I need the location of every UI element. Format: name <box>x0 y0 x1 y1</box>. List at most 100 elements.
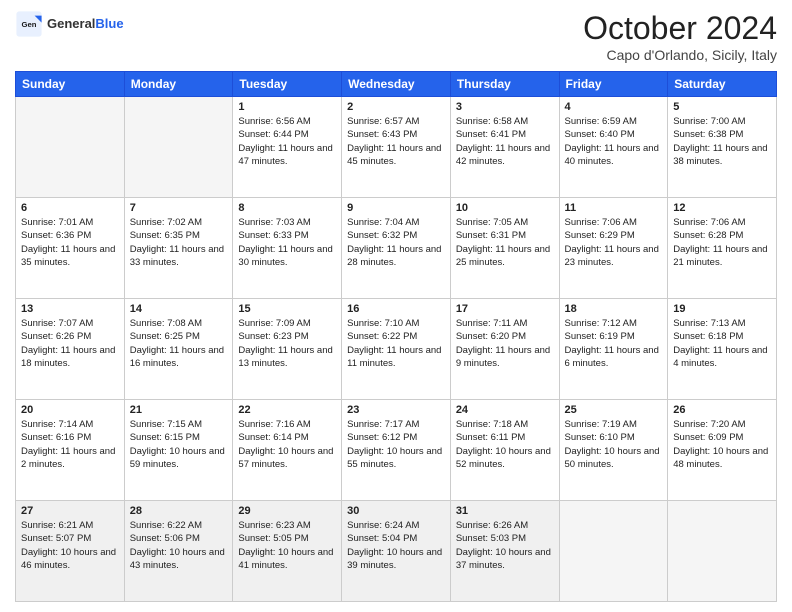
calendar-header-row: Sunday Monday Tuesday Wednesday Thursday… <box>16 72 777 97</box>
table-row <box>668 501 777 602</box>
table-row: 31 Sunrise: 6:26 AM Sunset: 5:03 PM Dayli… <box>450 501 559 602</box>
table-row: 22 Sunrise: 7:16 AM Sunset: 6:14 PM Dayli… <box>233 400 342 501</box>
table-row <box>559 501 668 602</box>
day-info: Sunrise: 7:17 AM Sunset: 6:12 PM Dayligh… <box>347 418 445 471</box>
logo: Gen GeneralBlue <box>15 10 124 38</box>
day-number: 12 <box>673 202 771 214</box>
day-number: 21 <box>130 404 228 416</box>
day-number: 22 <box>238 404 336 416</box>
day-info: Sunrise: 7:18 AM Sunset: 6:11 PM Dayligh… <box>456 418 554 471</box>
day-info: Sunrise: 7:14 AM Sunset: 6:16 PM Dayligh… <box>21 418 119 471</box>
day-info: Sunrise: 7:02 AM Sunset: 6:35 PM Dayligh… <box>130 216 228 269</box>
col-sunday: Sunday <box>16 72 125 97</box>
logo-blue: Blue <box>95 16 123 31</box>
col-wednesday: Wednesday <box>342 72 451 97</box>
day-info: Sunrise: 7:11 AM Sunset: 6:20 PM Dayligh… <box>456 317 554 370</box>
day-number: 7 <box>130 202 228 214</box>
day-number: 25 <box>565 404 663 416</box>
logo-general: General <box>47 16 95 31</box>
table-row: 24 Sunrise: 7:18 AM Sunset: 6:11 PM Dayli… <box>450 400 559 501</box>
table-row <box>124 97 233 198</box>
table-row: 19Sunrise: 7:13 AM Sunset: 6:18 PM Dayli… <box>668 299 777 400</box>
day-info: Sunrise: 6:59 AM Sunset: 6:40 PM Dayligh… <box>565 115 663 168</box>
table-row: 30 Sunrise: 6:24 AM Sunset: 5:04 PM Dayli… <box>342 501 451 602</box>
page-header: Gen GeneralBlue October 2024 Capo d'Orla… <box>15 10 777 63</box>
day-info: Sunrise: 7:06 AM Sunset: 6:28 PM Dayligh… <box>673 216 771 269</box>
calendar-table: Sunday Monday Tuesday Wednesday Thursday… <box>15 71 777 602</box>
table-row: 1 Sunrise: 6:56 AM Sunset: 6:44 PM Daylig… <box>233 97 342 198</box>
title-block: October 2024 Capo d'Orlando, Sicily, Ita… <box>583 10 777 63</box>
day-number: 1 <box>238 101 336 113</box>
day-info: Sunrise: 7:10 AM Sunset: 6:22 PM Dayligh… <box>347 317 445 370</box>
table-row: 16 Sunrise: 7:10 AM Sunset: 6:22 PM Dayli… <box>342 299 451 400</box>
day-number: 29 <box>238 505 336 517</box>
day-info: Sunrise: 6:57 AM Sunset: 6:43 PM Dayligh… <box>347 115 445 168</box>
table-row: 17 Sunrise: 7:11 AM Sunset: 6:20 PM Dayli… <box>450 299 559 400</box>
table-row: 21Sunrise: 7:15 AM Sunset: 6:15 PM Dayli… <box>124 400 233 501</box>
day-info: Sunrise: 6:21 AM Sunset: 5:07 PM Dayligh… <box>21 519 119 572</box>
location: Capo d'Orlando, Sicily, Italy <box>583 47 777 63</box>
table-row: 20 Sunrise: 7:14 AM Sunset: 6:16 PM Dayli… <box>16 400 125 501</box>
day-info: Sunrise: 7:12 AM Sunset: 6:19 PM Dayligh… <box>565 317 663 370</box>
table-row: 11Sunrise: 7:06 AM Sunset: 6:29 PM Dayli… <box>559 198 668 299</box>
day-info: Sunrise: 6:56 AM Sunset: 6:44 PM Dayligh… <box>238 115 336 168</box>
table-row: 13 Sunrise: 7:07 AM Sunset: 6:26 PM Dayli… <box>16 299 125 400</box>
calendar-week-row: 1 Sunrise: 6:56 AM Sunset: 6:44 PM Daylig… <box>16 97 777 198</box>
table-row: 5 Sunrise: 7:00 AM Sunset: 6:38 PM Daylig… <box>668 97 777 198</box>
day-number: 17 <box>456 303 554 315</box>
day-number: 3 <box>456 101 554 113</box>
day-number: 15 <box>238 303 336 315</box>
table-row: 25 Sunrise: 7:19 AM Sunset: 6:10 PM Dayli… <box>559 400 668 501</box>
day-info: Sunrise: 7:04 AM Sunset: 6:32 PM Dayligh… <box>347 216 445 269</box>
day-number: 20 <box>21 404 119 416</box>
table-row: 7 Sunrise: 7:02 AM Sunset: 6:35 PM Daylig… <box>124 198 233 299</box>
day-info: Sunrise: 7:06 AM Sunset: 6:29 PM Dayligh… <box>565 216 663 269</box>
day-info: Sunrise: 7:19 AM Sunset: 6:10 PM Dayligh… <box>565 418 663 471</box>
day-info: Sunrise: 7:09 AM Sunset: 6:23 PM Dayligh… <box>238 317 336 370</box>
svg-text:Gen: Gen <box>22 20 37 29</box>
table-row: 10Sunrise: 7:05 AM Sunset: 6:31 PM Dayli… <box>450 198 559 299</box>
table-row: 3Sunrise: 6:58 AM Sunset: 6:41 PM Daylig… <box>450 97 559 198</box>
day-number: 23 <box>347 404 445 416</box>
month-title: October 2024 <box>583 10 777 47</box>
table-row: 28 Sunrise: 6:22 AM Sunset: 5:06 PM Dayli… <box>124 501 233 602</box>
calendar-week-row: 13 Sunrise: 7:07 AM Sunset: 6:26 PM Dayli… <box>16 299 777 400</box>
day-number: 9 <box>347 202 445 214</box>
day-info: Sunrise: 7:16 AM Sunset: 6:14 PM Dayligh… <box>238 418 336 471</box>
day-info: Sunrise: 7:05 AM Sunset: 6:31 PM Dayligh… <box>456 216 554 269</box>
day-info: Sunrise: 7:03 AM Sunset: 6:33 PM Dayligh… <box>238 216 336 269</box>
table-row: 2Sunrise: 6:57 AM Sunset: 6:43 PM Daylig… <box>342 97 451 198</box>
day-info: Sunrise: 7:00 AM Sunset: 6:38 PM Dayligh… <box>673 115 771 168</box>
day-info: Sunrise: 6:24 AM Sunset: 5:04 PM Dayligh… <box>347 519 445 572</box>
day-number: 28 <box>130 505 228 517</box>
day-number: 13 <box>21 303 119 315</box>
table-row: 4 Sunrise: 6:59 AM Sunset: 6:40 PM Daylig… <box>559 97 668 198</box>
table-row: 15 Sunrise: 7:09 AM Sunset: 6:23 PM Dayli… <box>233 299 342 400</box>
day-info: Sunrise: 7:13 AM Sunset: 6:18 PM Dayligh… <box>673 317 771 370</box>
col-tuesday: Tuesday <box>233 72 342 97</box>
table-row <box>16 97 125 198</box>
day-number: 26 <box>673 404 771 416</box>
day-info: Sunrise: 6:22 AM Sunset: 5:06 PM Dayligh… <box>130 519 228 572</box>
day-number: 31 <box>456 505 554 517</box>
day-info: Sunrise: 7:07 AM Sunset: 6:26 PM Dayligh… <box>21 317 119 370</box>
day-number: 6 <box>21 202 119 214</box>
table-row: 23 Sunrise: 7:17 AM Sunset: 6:12 PM Dayli… <box>342 400 451 501</box>
day-number: 8 <box>238 202 336 214</box>
day-number: 24 <box>456 404 554 416</box>
day-number: 18 <box>565 303 663 315</box>
table-row: 29Sunrise: 6:23 AM Sunset: 5:05 PM Dayli… <box>233 501 342 602</box>
day-number: 30 <box>347 505 445 517</box>
table-row: 18 Sunrise: 7:12 AM Sunset: 6:19 PM Dayli… <box>559 299 668 400</box>
table-row: 12 Sunrise: 7:06 AM Sunset: 6:28 PM Dayli… <box>668 198 777 299</box>
calendar-week-row: 27 Sunrise: 6:21 AM Sunset: 5:07 PM Dayli… <box>16 501 777 602</box>
logo-icon: Gen <box>15 10 43 38</box>
day-number: 5 <box>673 101 771 113</box>
col-friday: Friday <box>559 72 668 97</box>
day-number: 16 <box>347 303 445 315</box>
table-row: 14Sunrise: 7:08 AM Sunset: 6:25 PM Dayli… <box>124 299 233 400</box>
day-number: 27 <box>21 505 119 517</box>
table-row: 8 Sunrise: 7:03 AM Sunset: 6:33 PM Daylig… <box>233 198 342 299</box>
day-info: Sunrise: 6:26 AM Sunset: 5:03 PM Dayligh… <box>456 519 554 572</box>
day-number: 4 <box>565 101 663 113</box>
